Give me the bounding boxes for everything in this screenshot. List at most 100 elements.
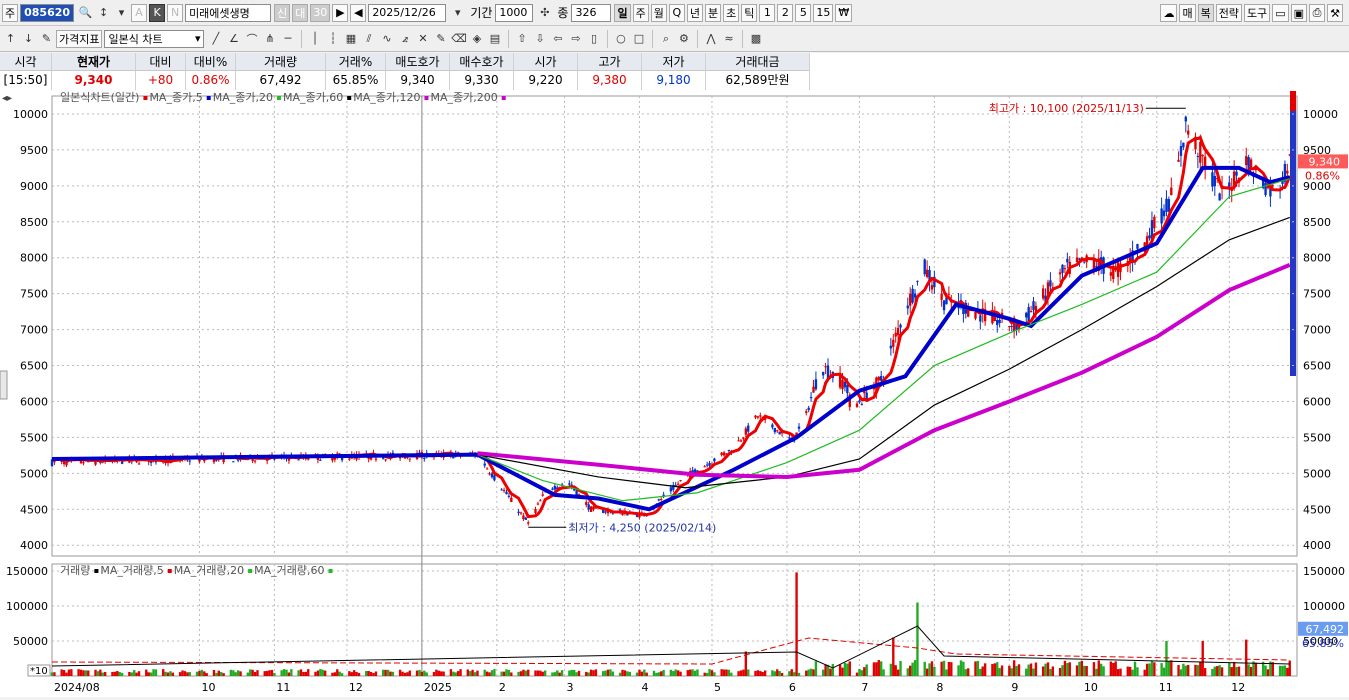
price-tick-label-left: 7500 — [20, 288, 48, 301]
draw-erase-icon[interactable]: ⌫ — [450, 30, 467, 48]
period-button-1[interactable]: 주 — [632, 3, 649, 22]
volume-bar — [824, 664, 827, 676]
draw-angle-icon[interactable]: ⦨ — [396, 30, 413, 48]
draw-up-icon[interactable]: ⇧ — [513, 30, 530, 48]
draw-line-icon[interactable]: ╱ — [207, 30, 224, 48]
period-button-5[interactable]: 분 — [704, 3, 722, 22]
volume-bar — [577, 670, 581, 676]
period-button-9[interactable]: 2 — [777, 3, 794, 22]
search-icon[interactable]: 🔍 — [77, 4, 94, 22]
volume-bar — [894, 665, 897, 676]
price-tick-label-left: 6500 — [20, 360, 48, 373]
volume-bar — [773, 671, 777, 676]
draw-tag-icon[interactable]: ◈ — [468, 30, 485, 48]
volume-bar — [676, 670, 680, 676]
candle-body — [713, 458, 716, 462]
period-button-7[interactable]: 틱 — [741, 3, 758, 22]
badge-k[interactable]: K — [149, 3, 166, 22]
period-input[interactable]: 1000 — [495, 3, 534, 22]
period-button-4[interactable]: 년 — [686, 3, 703, 22]
draw-pattern-icon[interactable]: ⋀ — [702, 30, 719, 48]
draw-square-icon[interactable]: □ — [630, 30, 647, 48]
volume-bar — [403, 672, 407, 676]
edit-icon[interactable]: ✎ — [38, 30, 55, 48]
cloud-icon[interactable]: ☁ — [1160, 4, 1178, 22]
arrow-up-icon[interactable]: ↑ — [2, 30, 19, 48]
toolbar-button-copy[interactable]: 복 — [1197, 4, 1214, 22]
draw-doc-icon[interactable]: ▯ — [585, 30, 602, 48]
stock-code-input[interactable]: 085620 — [20, 3, 75, 22]
draw-zoom-icon[interactable]: ⌕ — [657, 30, 674, 48]
draw-hline-icon[interactable]: ─ — [279, 30, 296, 48]
volume-bar — [154, 669, 158, 676]
draw-left-icon[interactable]: ⇦ — [549, 30, 566, 48]
draw-settings-icon[interactable]: ⚙ — [675, 30, 692, 48]
candle-body — [1061, 264, 1064, 273]
volume-bar — [372, 673, 375, 676]
draw-fan-icon[interactable]: ⋔ — [261, 30, 278, 48]
period-button-10[interactable]: 5 — [795, 3, 812, 22]
toolbar-button-trade[interactable]: 매 — [1179, 4, 1196, 22]
period-button-3[interactable]: Q — [668, 3, 685, 22]
toolbar-button-tools[interactable]: 도구 — [1243, 4, 1271, 22]
volume-tick-label-left: 150000 — [6, 565, 48, 578]
period-button-2[interactable]: 월 — [650, 3, 667, 22]
draw-down-icon[interactable]: ⇩ — [531, 30, 548, 48]
draw-vgrid-icon[interactable]: ┆ — [324, 30, 341, 48]
play-button[interactable]: ▶ — [332, 3, 349, 22]
print-icon[interactable]: ⎙ — [1309, 4, 1325, 22]
period-button-11[interactable]: 15 — [813, 3, 834, 22]
draw-speed-icon[interactable]: ⫽ — [360, 30, 377, 48]
sort-icon[interactable]: ↕ — [95, 4, 112, 22]
volume-bar — [505, 669, 508, 676]
prev-button[interactable]: ◀ — [350, 3, 367, 22]
date-field[interactable]: 2025/12/26 — [368, 3, 447, 22]
currency-button[interactable]: ₩ — [835, 3, 853, 22]
badge-n[interactable]: N — [167, 3, 184, 22]
volume-bar — [1041, 666, 1045, 676]
toolbar-button-strategy[interactable]: 전략 — [1215, 4, 1242, 22]
arrow-down-icon[interactable]: ↓ — [20, 30, 37, 48]
volume-bar — [843, 662, 847, 676]
stock-chart[interactable]: 4000 4000 4500 4500 5000 5000 5500 5500 6000 6000… — [0, 90, 1349, 697]
chart-type-select[interactable]: 일본식 차트 ▾ — [104, 29, 205, 48]
candle-body — [1264, 182, 1267, 196]
chevron-down-icon[interactable]: ▾ — [113, 4, 130, 22]
wrench-icon[interactable]: ⚒ — [1327, 4, 1343, 22]
volume-bar — [1228, 662, 1231, 676]
indicator-button[interactable]: 가격지표 — [56, 29, 103, 48]
period-button-6[interactable]: 초 — [723, 3, 740, 22]
folder-icon[interactable]: ▭ — [1272, 4, 1289, 22]
draw-arc-icon[interactable]: ⌒ — [243, 30, 260, 48]
volume-bar — [1099, 663, 1103, 676]
crosshair-icon[interactable]: ✣ — [536, 4, 553, 22]
chart-area[interactable]: 4000 4000 4500 4500 5000 5000 5500 5500 6000 6000… — [0, 90, 1349, 697]
candle-body — [925, 269, 929, 277]
calendar-dropdown-icon[interactable]: ▾ — [449, 4, 466, 22]
volume-bar — [401, 671, 404, 676]
market-prefix[interactable]: 주 — [2, 3, 19, 22]
draw-note-icon[interactable]: ▤ — [486, 30, 503, 48]
legend-label: MA_종가,5 — [149, 91, 202, 104]
draw-wave-icon[interactable]: ∿ — [378, 30, 395, 48]
draw-ray-icon[interactable]: ∠ — [225, 30, 242, 48]
drawing-tools: ╱ ∠ ⌒ ⋔ ─ │ ┆ ▦ ⫽ ∿ ⦨ ✕ ✎ ⌫ ◈ ▤ ⇧ ⇩ ⇦ ⇨ ▯ ○ □ ⌕ ⚙ ⋀ ≈ ▩ — [207, 29, 765, 48]
draw-vline-icon[interactable]: │ — [306, 30, 323, 48]
draw-right-icon[interactable]: ⇨ — [567, 30, 584, 48]
current-volume-label: 67,492 — [1306, 623, 1345, 636]
period-button-8[interactable]: 1 — [759, 3, 776, 22]
count-input[interactable]: 326 — [571, 3, 612, 22]
draw-circle-icon[interactable]: ○ — [612, 30, 629, 48]
draw-wave2-icon[interactable]: ≈ — [720, 30, 737, 48]
draw-cross-icon[interactable]: ✕ — [414, 30, 431, 48]
volume-bar — [594, 669, 598, 676]
draw-pen-icon[interactable]: ✎ — [432, 30, 449, 48]
badge-a[interactable]: A — [131, 3, 148, 22]
quote-header: 현재가 — [52, 53, 136, 71]
draw-box-icon[interactable]: ▩ — [747, 30, 764, 48]
candle-body — [1177, 159, 1180, 162]
volume-bar — [203, 671, 206, 676]
period-button-0[interactable]: 일 — [614, 3, 631, 22]
draw-tgrid-icon[interactable]: ▦ — [342, 30, 359, 48]
save-icon[interactable]: ▣ — [1290, 4, 1307, 22]
